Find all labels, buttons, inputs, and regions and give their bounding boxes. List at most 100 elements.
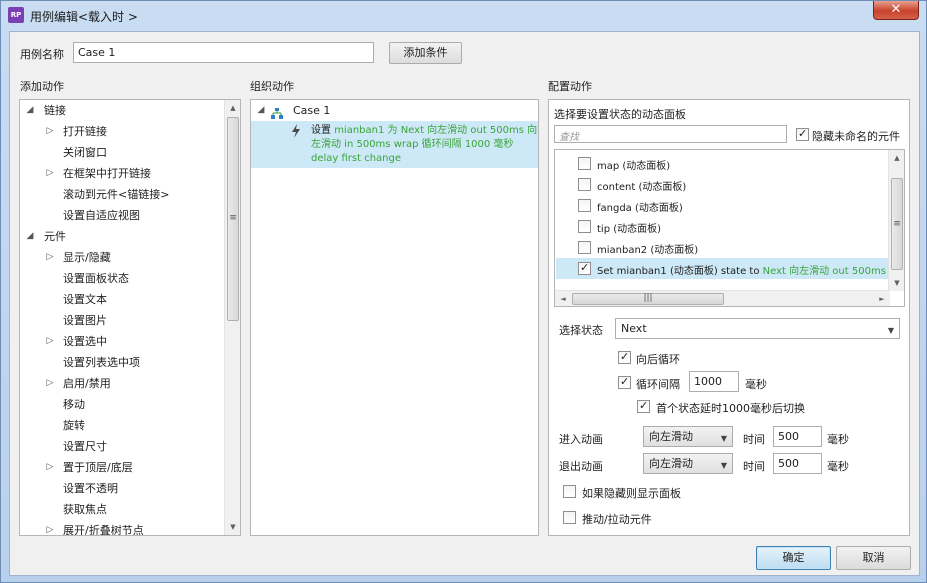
grip-icon: ≡	[229, 213, 237, 223]
case-tree-icon	[271, 105, 283, 119]
title-bar: RP 用例编辑<载入时 > ✕	[1, 1, 926, 29]
tree-item[interactable]: 设置文本	[20, 289, 225, 310]
selected-panel-row[interactable]: Set mianban1 (动态面板) state to Next 向左滑动 o…	[556, 258, 899, 279]
panel-checkbox[interactable]	[578, 199, 591, 212]
panel-checkbox[interactable]	[578, 241, 591, 254]
cancel-button[interactable]: 取消	[836, 546, 911, 570]
scroll-down-icon[interactable]: ▼	[889, 275, 904, 291]
exit-anim-dropdown[interactable]: 向左滑动 ▼	[643, 453, 733, 474]
loop-interval-input[interactable]: 1000	[689, 371, 739, 392]
expand-icon[interactable]: ▷	[45, 121, 55, 142]
tree-item[interactable]: ▷ 展开/折叠树节点	[20, 520, 225, 536]
tree-item[interactable]: 移动	[20, 394, 225, 415]
panel-list-vscroll[interactable]: ▲ ≡ ▼	[888, 150, 904, 291]
expand-icon[interactable]: ▷	[45, 163, 55, 184]
tree-item[interactable]: 设置面板状态	[20, 268, 225, 289]
exit-time-label: 时间	[743, 460, 765, 473]
tree-item[interactable]: 设置图片	[20, 310, 225, 331]
tree-item-label: 在框架中打开链接	[63, 167, 151, 180]
enter-time-input[interactable]: 500	[773, 426, 822, 447]
tree-item[interactable]: ▷ 启用/禁用	[20, 373, 225, 394]
enter-time-unit: 毫秒	[827, 433, 849, 446]
close-button[interactable]: ✕	[873, 1, 919, 20]
panel-list-item[interactable]: fangda (动态面板)	[556, 195, 890, 216]
hscroll-thumb[interactable]: |||	[572, 293, 724, 305]
selected-panel-checkbox[interactable]	[578, 261, 591, 275]
tree-item[interactable]: ▷ 在框架中打开链接	[20, 163, 225, 184]
tree-item-label: 设置面板状态	[63, 272, 129, 285]
panel-list-item[interactable]: content (动态面板)	[556, 174, 890, 195]
tree-item[interactable]: 设置尺寸	[20, 436, 225, 457]
add-condition-button[interactable]: 添加条件	[389, 42, 462, 64]
tree-item[interactable]: 滚动到元件<锚链接>	[20, 184, 225, 205]
scroll-up-icon[interactable]: ▲	[889, 150, 904, 166]
tree-item-label: 显示/隐藏	[63, 251, 111, 264]
panel-list-item[interactable]: tip (动态面板)	[556, 216, 890, 237]
case-node[interactable]: ◢ Case 1	[251, 100, 538, 121]
expand-icon[interactable]: ▷	[45, 520, 55, 535]
tree-item-label: 设置选中	[63, 335, 107, 348]
collapse-icon[interactable]: ◢	[25, 226, 35, 247]
selected-panel-prefix: Set mianban1 (动态面板) state to	[597, 266, 763, 277]
push-pull-checkbox[interactable]	[563, 511, 576, 524]
panel-list-item[interactable]: mianban2 (动态面板)	[556, 237, 890, 258]
enter-time-label: 时间	[743, 433, 765, 446]
panel-label: mianban2 (动态面板)	[597, 245, 699, 256]
tree-item[interactable]: ▷ 置于顶层/底层	[20, 457, 225, 478]
scroll-thumb[interactable]: ≡	[227, 117, 239, 321]
scroll-down-icon[interactable]: ▼	[225, 519, 240, 535]
tree-item[interactable]: 设置自适应视图	[20, 205, 225, 226]
tree-item[interactable]: 设置列表选中项	[20, 352, 225, 373]
panel-checkbox[interactable]	[578, 220, 591, 233]
first-delay-checkbox[interactable]	[637, 399, 650, 413]
tree-item[interactable]: 旋转	[20, 415, 225, 436]
scroll-thumb[interactable]: ≡	[891, 178, 903, 270]
tree-item[interactable]: 设置不透明	[20, 478, 225, 499]
expand-icon[interactable]: ▷	[45, 331, 55, 352]
loop-interval-checkbox[interactable]	[618, 375, 631, 389]
collapse-icon[interactable]: ◢	[256, 100, 266, 121]
dialog-window: RP 用例编辑<载入时 > ✕ 用例名称 Case 1 添加条件 添加动作 组织…	[0, 0, 927, 583]
panel-checkbox[interactable]	[578, 178, 591, 191]
wrap-checkbox[interactable]	[618, 350, 631, 364]
grip-icon: ≡	[893, 219, 901, 229]
select-state-dropdown[interactable]: Next ▼	[615, 318, 900, 339]
search-input[interactable]: 查找	[554, 125, 787, 143]
tree-item[interactable]: ◢ 元件	[20, 226, 225, 247]
scroll-right-icon[interactable]: ►	[874, 291, 890, 306]
enter-anim-dropdown[interactable]: 向左滑动 ▼	[643, 426, 733, 447]
tree-item-label: 打开链接	[63, 125, 107, 138]
expand-icon[interactable]: ▷	[45, 457, 55, 478]
action-text-segment: 左滑动 in 500ms wrap 循环间隔 1000 毫秒	[311, 139, 514, 150]
tree-item-label: 设置列表选中项	[63, 356, 140, 369]
hide-unnamed-checkbox[interactable]	[796, 127, 809, 141]
tree-item[interactable]: 关闭窗口	[20, 142, 225, 163]
show-if-hidden-checkbox[interactable]	[563, 485, 576, 498]
exit-time-input[interactable]: 500	[773, 453, 822, 474]
ok-button[interactable]: 确定	[756, 546, 831, 570]
tree-item[interactable]: ▷ 打开链接	[20, 121, 225, 142]
tree-item[interactable]: 获取焦点	[20, 499, 225, 520]
panel-list-hscroll[interactable]: ◄ ||| ►	[555, 290, 890, 306]
scroll-up-icon[interactable]: ▲	[225, 100, 240, 116]
tree-item-label: 展开/折叠树节点	[63, 524, 144, 536]
action-tree-scrollbar[interactable]: ▲ ≡ ▼	[224, 100, 240, 535]
tree-item[interactable]: ▷ 设置选中	[20, 331, 225, 352]
tree-item[interactable]: ▷ 显示/隐藏	[20, 247, 225, 268]
tree-item[interactable]: ◢ 链接	[20, 100, 225, 121]
tree-item-label: 设置尺寸	[63, 440, 107, 453]
loop-interval-label: 循环间隔	[636, 378, 680, 391]
scroll-left-icon[interactable]: ◄	[555, 291, 571, 306]
panel-list-item[interactable]: map (动态面板)	[556, 153, 890, 174]
collapse-icon[interactable]: ◢	[25, 100, 35, 121]
expand-icon[interactable]: ▷	[45, 373, 55, 394]
panel-list: map (动态面板) content (动态面板) fangda (动态面板) tip…	[554, 149, 905, 307]
action-item[interactable]: 设置 mianban1 为 Next 向左滑动 out 500ms 向左滑动 i…	[251, 121, 538, 168]
panel-checkbox[interactable]	[578, 157, 591, 170]
expand-icon[interactable]: ▷	[45, 247, 55, 268]
selected-panel-text: Set mianban1 (动态面板) state to Next 向左滑动 o…	[597, 262, 899, 277]
tree-item-label: 元件	[44, 230, 66, 243]
panel-label: fangda (动态面板)	[597, 203, 683, 214]
case-name-input[interactable]: Case 1	[73, 42, 374, 63]
dialog-body: 用例名称 Case 1 添加条件 添加动作 组织动作 配置动作 ◢ 链接 ▷ 打开链接…	[9, 31, 920, 576]
